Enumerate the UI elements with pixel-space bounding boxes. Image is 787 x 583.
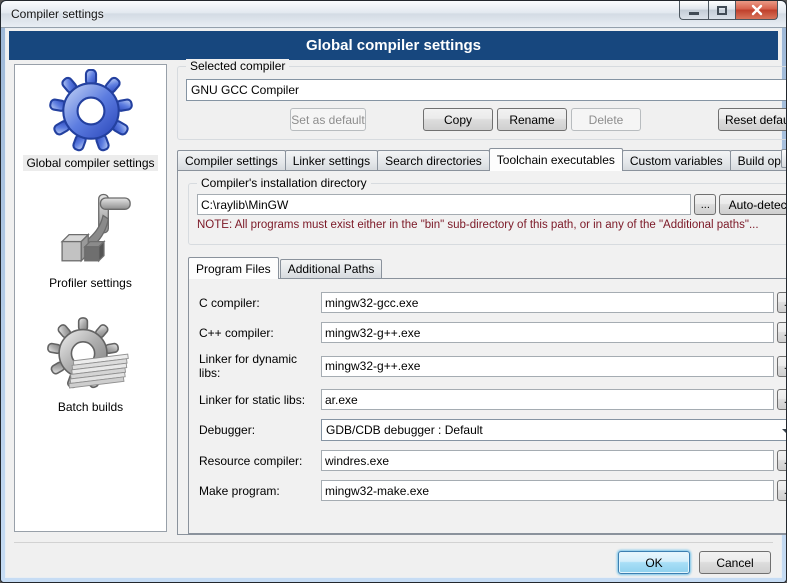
group-legend: Selected compiler [186, 59, 289, 73]
cancel-button[interactable]: Cancel [699, 551, 771, 574]
caliper-blocks-icon [46, 191, 134, 273]
window-controls [679, 1, 778, 20]
field-row-cpp-compiler: C++ compiler: ... [199, 322, 787, 343]
compiler-settings-dialog: Compiler settings Global compiler settin… [0, 0, 787, 583]
window-frame: Global compiler settings [1, 28, 786, 582]
linker-static-input[interactable] [321, 389, 774, 410]
browse-c-compiler-button[interactable]: ... [777, 292, 787, 313]
maximize-button[interactable] [708, 1, 736, 20]
tab-linker-settings[interactable]: Linker settings [285, 150, 378, 170]
set-as-default-button[interactable]: Set as default [290, 108, 366, 131]
dialog-footer: OK Cancel [14, 542, 773, 574]
field-row-resource-compiler: Resource compiler: ... [199, 450, 787, 471]
field-label: Linker for static libs: [199, 393, 321, 407]
minimize-icon [689, 12, 699, 15]
debugger-select-value: GDB/CDB debugger : Default [326, 423, 483, 437]
tab-scroll-left-button[interactable] [781, 149, 787, 168]
chevron-down-icon [782, 429, 787, 434]
tab-custom-variables[interactable]: Custom variables [622, 150, 731, 170]
field-row-linker-static: Linker for static libs: ... [199, 389, 787, 410]
compiler-select-value: GNU GCC Compiler [191, 83, 299, 97]
toolchain-executables-panel: Compiler's installation directory ... Au… [177, 170, 787, 535]
field-row-make-program: Make program: ... [199, 480, 787, 501]
title-bar[interactable]: Compiler settings [1, 1, 786, 28]
c-compiler-input[interactable] [321, 292, 774, 313]
program-files-tab-bar: Program Files Additional Paths [188, 257, 787, 278]
tab-program-files[interactable]: Program Files [188, 257, 279, 279]
group-legend: Compiler's installation directory [197, 176, 371, 190]
sidebar-item-label: Global compiler settings [23, 155, 157, 171]
delete-button[interactable]: Delete [571, 108, 641, 131]
tab-compiler-settings[interactable]: Compiler settings [177, 150, 286, 170]
dialog-client-area: Global compiler settings [5, 28, 782, 578]
browse-linker-static-button[interactable]: ... [777, 389, 787, 410]
resource-compiler-input[interactable] [321, 450, 774, 471]
field-label: Linker for dynamic libs: [199, 352, 321, 380]
tab-additional-paths[interactable]: Additional Paths [280, 259, 383, 278]
blue-gear-icon [49, 69, 133, 153]
field-label: Resource compiler: [199, 454, 321, 468]
copy-button[interactable]: Copy [423, 108, 493, 131]
field-label: Make program: [199, 484, 321, 498]
browse-cpp-compiler-button[interactable]: ... [777, 322, 787, 343]
ok-button[interactable]: OK [618, 551, 690, 574]
settings-tab-bar: Compiler settings Linker settings Search… [177, 148, 787, 170]
field-row-linker-dynamic: Linker for dynamic libs: ... [199, 352, 787, 380]
sidebar-item-batch-builds[interactable]: Batch builds [45, 317, 137, 415]
sidebar-item-label: Batch builds [55, 399, 126, 415]
field-row-debugger: Debugger: GDB/CDB debugger : Default [199, 419, 787, 441]
installation-note: NOTE: All programs must exist either in … [197, 219, 787, 231]
tab-toolchain-executables[interactable]: Toolchain executables [489, 148, 623, 171]
gray-gear-stack-icon [45, 317, 137, 397]
browse-directory-button[interactable]: ... [694, 194, 716, 215]
auto-detect-button[interactable]: Auto-detect [719, 194, 787, 215]
installation-directory-group: Compiler's installation directory ... Au… [188, 183, 787, 245]
reset-defaults-button[interactable]: Reset defaults [718, 108, 787, 131]
sidebar-item-profiler-settings[interactable]: Profiler settings [46, 191, 135, 291]
sidebar-item-global-compiler-settings[interactable]: Global compiler settings [23, 69, 157, 171]
browse-resource-compiler-button[interactable]: ... [777, 450, 787, 471]
browse-make-program-button[interactable]: ... [777, 480, 787, 501]
compiler-select[interactable]: GNU GCC Compiler [186, 79, 787, 101]
tab-search-directories[interactable]: Search directories [377, 150, 490, 170]
linker-dynamic-input[interactable] [321, 356, 774, 377]
minimize-button[interactable] [679, 1, 708, 20]
browse-linker-dynamic-button[interactable]: ... [777, 356, 787, 377]
make-program-input[interactable] [321, 480, 774, 501]
settings-category-list: Global compiler settings [14, 64, 167, 532]
field-label: C compiler: [199, 296, 321, 310]
sidebar-item-label: Profiler settings [46, 275, 135, 291]
cpp-compiler-input[interactable] [321, 322, 774, 343]
close-icon [751, 4, 763, 16]
close-button[interactable] [736, 1, 778, 20]
field-row-c-compiler: C compiler: ... [199, 292, 787, 313]
selected-compiler-group: Selected compiler GNU GCC Compiler Set a… [177, 66, 787, 140]
rename-button[interactable]: Rename [497, 108, 567, 131]
page-title: Global compiler settings [9, 31, 778, 60]
maximize-icon [717, 6, 727, 15]
installation-directory-input[interactable] [197, 194, 691, 215]
debugger-select[interactable]: GDB/CDB debugger : Default [321, 419, 787, 441]
program-files-panel: C compiler: ... C++ compiler: [188, 278, 787, 534]
window-title: Compiler settings [11, 7, 104, 21]
field-label: Debugger: [199, 423, 321, 437]
field-label: C++ compiler: [199, 326, 321, 340]
